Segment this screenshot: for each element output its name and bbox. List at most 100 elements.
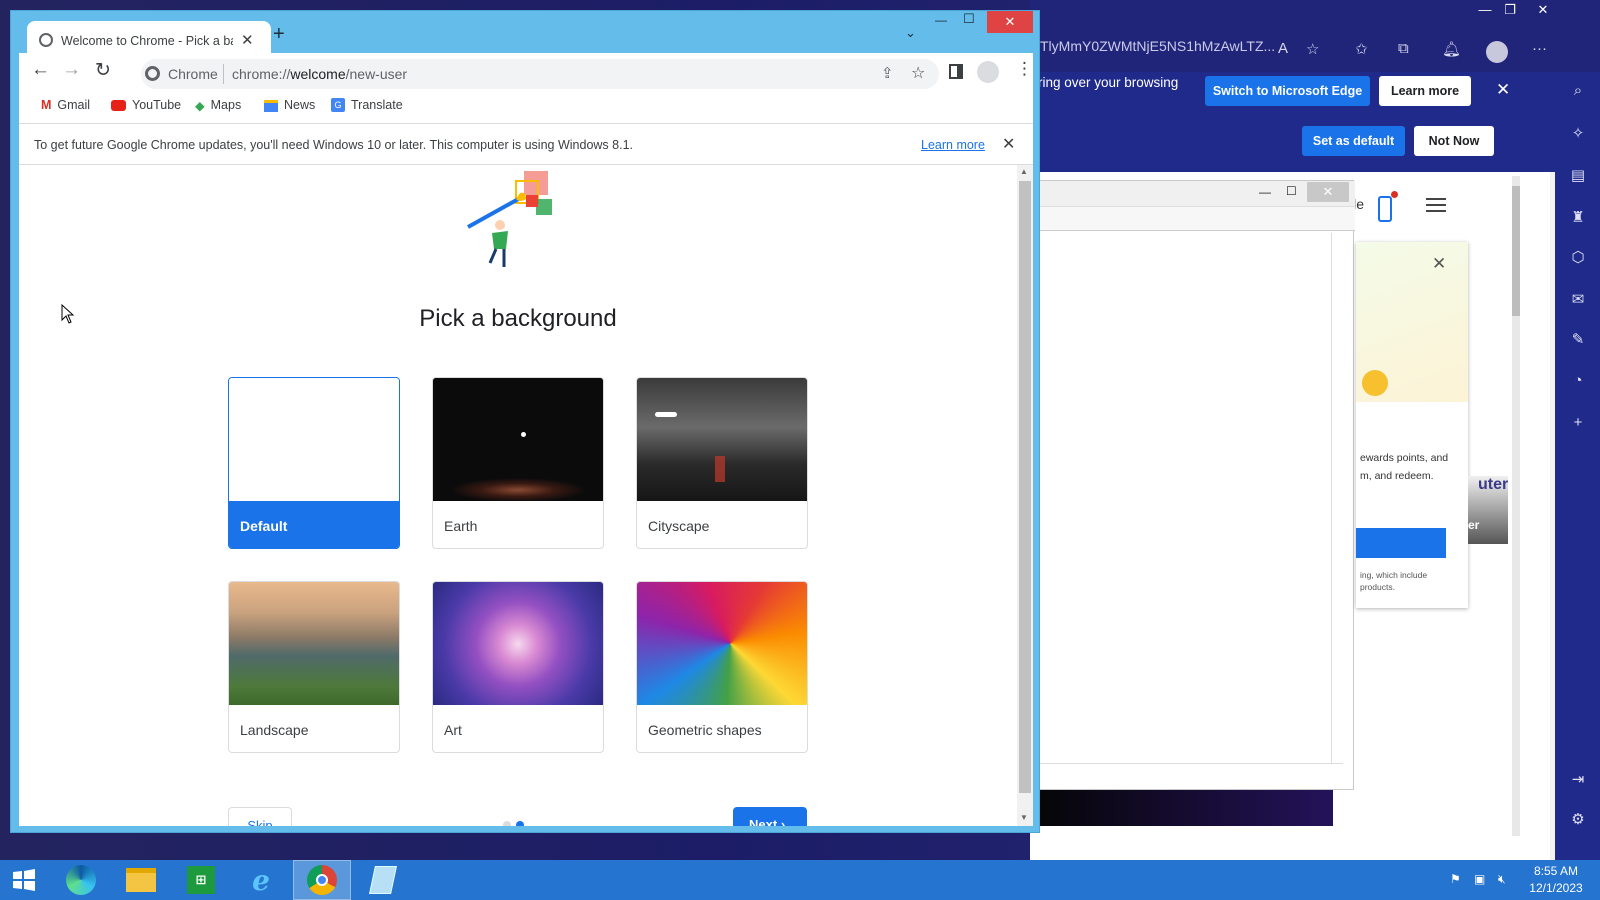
background-tile-geometric[interactable]: Geometric shapes [636, 581, 808, 753]
infobar-message: To get future Google Chrome updates, you… [34, 138, 633, 152]
share-icon[interactable]: ⇪ [881, 64, 894, 82]
not-now-button[interactable]: Not Now [1414, 126, 1494, 156]
chrome-menu-icon[interactable]: ⋮ [1016, 59, 1033, 79]
hide-sidebar-icon[interactable]: ⇥ [1565, 770, 1591, 788]
start-button[interactable] [0, 860, 48, 900]
next-button-label: Next [749, 817, 778, 826]
hamburger-menu-icon[interactable] [1426, 198, 1446, 200]
search-icon[interactable]: ⌕ [1565, 82, 1591, 99]
edge-address-text[interactable]: TlyMmY0ZWMtNjE5NS1hMzAwLTZ... [1040, 38, 1370, 64]
collections-icon[interactable]: ⧉ [1398, 40, 1409, 57]
chrome-site-icon [145, 66, 160, 81]
background-tile-art[interactable]: Art [432, 581, 604, 753]
scroll-down-icon[interactable]: ▼ [1020, 813, 1028, 822]
bookmark-youtube[interactable]: YouTube [111, 98, 181, 120]
side-panel-icon[interactable] [949, 64, 963, 79]
add-favorite-icon[interactable]: ☆ [1306, 40, 1319, 58]
chrome-maximize-icon[interactable]: ☐ [963, 11, 975, 27]
dialog-toolbar [1039, 207, 1355, 231]
taskbar-edge[interactable] [52, 860, 110, 900]
step-dot-2 [516, 821, 524, 826]
sidebar-settings-icon[interactable]: ⚙ [1565, 810, 1591, 828]
chrome-page-scrollbar[interactable]: ▲ ▼ [1017, 165, 1033, 826]
taskbar-chrome[interactable] [293, 860, 351, 900]
taskbar-notepad[interactable] [354, 860, 412, 900]
edge-restore-icon[interactable]: ❐ [1497, 2, 1523, 18]
skip-button[interactable]: Skip [228, 807, 292, 826]
taskbar-file-explorer[interactable] [112, 860, 170, 900]
edge-profile-avatar[interactable] [1486, 41, 1508, 63]
tile-label: Art [444, 722, 462, 738]
youtube-icon [111, 100, 126, 111]
tile-label: Landscape [240, 722, 309, 738]
dialog-hscrollbar[interactable] [1039, 763, 1343, 777]
tools-icon[interactable]: ▤ [1565, 166, 1591, 184]
notifications-icon[interactable]: 🔔︎ [1442, 40, 1461, 58]
dialog-close-icon[interactable]: ✕ [1307, 182, 1349, 202]
tile-label: Earth [444, 518, 478, 534]
add-sidebar-icon[interactable]: + [1565, 414, 1591, 431]
edge-banner-text: ring over your browsing [1038, 75, 1179, 90]
chrome-minimize-icon[interactable]: — [935, 13, 947, 27]
bookmark-gmail[interactable]: M Gmail [41, 98, 90, 120]
scroll-up-icon[interactable]: ▲ [1020, 167, 1028, 176]
bookmark-label: Translate [351, 98, 403, 112]
clock[interactable]: 8:55 AM 12/1/2023 [1520, 863, 1592, 897]
scroll-thumb[interactable] [1019, 181, 1031, 793]
edge-page-scroll-thumb[interactable] [1512, 186, 1520, 316]
edge-minimize-icon[interactable]: — [1472, 2, 1498, 17]
rewards-card-close-icon[interactable]: ✕ [1432, 254, 1446, 274]
reload-icon[interactable]: ↻ [95, 59, 111, 82]
profile-avatar-icon[interactable] [977, 61, 999, 83]
chrome-window: — ☐ ✕ Welcome to Chrome - Pick a bac ✕ +… [10, 10, 1040, 833]
dialog-scrollbar[interactable] [1331, 233, 1343, 763]
chrome-close-icon[interactable]: ✕ [987, 11, 1033, 33]
games-icon[interactable]: ♜ [1565, 208, 1591, 226]
flag-icon[interactable]: ⚑ [1450, 872, 1461, 886]
background-tile-earth[interactable]: Earth [432, 377, 604, 549]
tab-search-icon[interactable]: ⌄ [905, 25, 916, 41]
discover-icon[interactable]: ✧ [1565, 124, 1591, 142]
bookmark-translate[interactable]: G Translate [331, 98, 403, 120]
dialog-minimize-icon[interactable]: — [1259, 185, 1271, 199]
outlook-icon[interactable]: ✉ [1565, 290, 1591, 308]
read-aloud-icon[interactable]: A [1278, 40, 1288, 57]
bookmark-maps[interactable]: ◆ Maps [195, 98, 241, 120]
designer-icon[interactable]: ✎ [1565, 330, 1591, 348]
edge-close-icon[interactable]: ✕ [1530, 2, 1556, 18]
network-icon[interactable]: ▣ [1474, 872, 1485, 886]
omnibox-url[interactable]: chrome://welcome/new-user [232, 66, 407, 82]
bookmark-star-icon[interactable]: ☆ [911, 63, 925, 83]
favorites-icon[interactable]: ✩ [1355, 40, 1368, 58]
infobar-learn-more-link[interactable]: Learn more [921, 138, 985, 152]
next-button[interactable]: Next › [733, 807, 807, 826]
office-icon[interactable]: ⬡ [1565, 248, 1591, 266]
infobar-close-icon[interactable]: ✕ [1002, 134, 1015, 154]
dialog-maximize-icon[interactable]: ☐ [1286, 184, 1297, 198]
switch-to-edge-button[interactable]: Switch to Microsoft Edge [1205, 76, 1370, 106]
new-tab-icon[interactable]: + [273, 23, 285, 46]
edge-menu-icon[interactable]: ··· [1532, 40, 1547, 57]
drop-icon[interactable]: ◔ [1565, 372, 1591, 389]
taskbar-internet-explorer[interactable]: e [232, 860, 290, 900]
update-infobar: To get future Google Chrome updates, you… [19, 123, 1033, 165]
phone-icon[interactable] [1378, 196, 1392, 222]
rewards-card-button[interactable] [1356, 528, 1446, 558]
forward-icon[interactable]: → [62, 59, 81, 81]
back-icon[interactable]: ← [31, 59, 50, 81]
background-tile-default[interactable]: Default [228, 377, 400, 549]
taskbar-store[interactable]: ⊞ [172, 860, 230, 900]
omnibox[interactable]: Chrome chrome://welcome/new-user ⇪ ☆ [141, 59, 939, 89]
edge-learn-more-button[interactable]: Learn more [1379, 76, 1471, 106]
gmail-icon: M [41, 98, 52, 112]
bookmark-news[interactable]: News [264, 98, 315, 120]
tab-close-icon[interactable]: ✕ [241, 31, 254, 49]
background-tile-landscape[interactable]: Landscape [228, 581, 400, 753]
mouse-cursor-icon [61, 304, 75, 324]
background-tile-cityscape[interactable]: Cityscape [636, 377, 808, 549]
chrome-toolbar: ← → ↻ Chrome chrome://welcome/new-user ⇪… [19, 53, 1033, 123]
edge-banner-close-icon[interactable]: ✕ [1496, 80, 1510, 100]
omnibox-site-label: Chrome [168, 66, 218, 82]
volume-muted-icon[interactable]: 🔇︎ [1498, 872, 1506, 887]
set-as-default-button[interactable]: Set as default [1302, 126, 1405, 156]
